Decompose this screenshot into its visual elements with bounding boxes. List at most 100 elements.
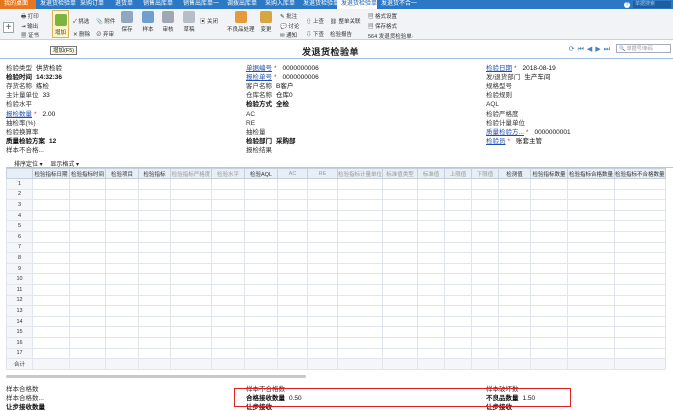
print-button[interactable]: 🖶 打印 bbox=[21, 12, 39, 22]
grid-cell[interactable] bbox=[138, 347, 171, 360]
approve-button[interactable]: ✎ 批注 bbox=[280, 12, 297, 20]
grid-cell[interactable] bbox=[277, 188, 308, 201]
grid-cell[interactable] bbox=[444, 252, 473, 264]
grid-cell[interactable] bbox=[471, 252, 500, 264]
record-navigation[interactable]: ⟳⏮◀▶⏭ bbox=[569, 45, 613, 54]
grid-cell[interactable] bbox=[567, 262, 616, 275]
grid-cell[interactable] bbox=[382, 294, 419, 307]
column-header[interactable]: 检验项目 bbox=[105, 168, 139, 179]
grid-cell[interactable] bbox=[244, 294, 278, 307]
grid-cell[interactable] bbox=[170, 315, 212, 328]
grid-cell[interactable] bbox=[382, 199, 419, 211]
grid-cell[interactable] bbox=[69, 347, 106, 360]
grid-cell[interactable] bbox=[498, 262, 532, 275]
grid-cell[interactable] bbox=[417, 220, 446, 232]
grid-cell[interactable] bbox=[277, 305, 308, 317]
grid-cell[interactable] bbox=[211, 283, 245, 296]
grid-cell[interactable] bbox=[567, 230, 616, 243]
grid-cell[interactable] bbox=[277, 199, 308, 211]
grid-cell[interactable] bbox=[336, 273, 384, 285]
grid-cell[interactable] bbox=[336, 241, 384, 254]
tab-3[interactable]: 退货单 bbox=[111, 0, 139, 9]
header-field-col3-4[interactable]: AQL bbox=[486, 100, 503, 109]
grid-cell[interactable] bbox=[614, 241, 666, 254]
table-row[interactable]: 16 bbox=[6, 336, 666, 349]
grid-cell[interactable] bbox=[471, 283, 500, 296]
grid-cell[interactable] bbox=[444, 326, 473, 338]
grid-cell[interactable] bbox=[32, 220, 70, 232]
header-field-col1-1[interactable]: 检验时间 14:32:36 bbox=[6, 73, 62, 82]
grid-cell[interactable] bbox=[567, 188, 616, 201]
grid-cell[interactable] bbox=[471, 220, 500, 232]
grid-cell[interactable] bbox=[614, 294, 666, 307]
draft-button[interactable]: 草稿 bbox=[183, 11, 195, 33]
grid-cell[interactable] bbox=[444, 199, 473, 211]
header-field-col2-8[interactable]: 检验部门 采购部 bbox=[246, 137, 296, 146]
grid-cell[interactable] bbox=[277, 294, 308, 307]
attach-button[interactable]: 📎 附件 bbox=[96, 17, 115, 25]
grid-cell[interactable] bbox=[211, 188, 245, 201]
grid-cell[interactable] bbox=[170, 178, 212, 190]
grid-cell[interactable] bbox=[471, 326, 500, 338]
grid-cell[interactable] bbox=[32, 315, 70, 328]
tab-8[interactable]: 发退货检验单 bbox=[299, 0, 337, 9]
table-row[interactable]: 14 bbox=[6, 315, 666, 328]
grid-cell[interactable] bbox=[444, 305, 473, 317]
header-field-col3-8[interactable]: 检验员 * 账套主管 bbox=[486, 137, 542, 146]
grid-cell[interactable] bbox=[170, 188, 212, 201]
header-field-col2-4[interactable]: 检验方式 全检 bbox=[246, 100, 289, 109]
grid-cell[interactable] bbox=[277, 230, 308, 243]
grid-cell[interactable] bbox=[614, 252, 666, 264]
grid-cell[interactable] bbox=[307, 273, 338, 285]
grid-cell[interactable] bbox=[417, 294, 446, 307]
export-button[interactable]: ⇥ 输出 bbox=[21, 22, 38, 30]
grid-cell[interactable] bbox=[211, 220, 245, 232]
grid-cell[interactable] bbox=[69, 241, 106, 254]
grid-cell[interactable] bbox=[138, 283, 171, 296]
column-header[interactable]: 检验指标计量单位 bbox=[336, 168, 384, 179]
grid-cell[interactable] bbox=[32, 178, 70, 190]
grid-cell[interactable] bbox=[567, 209, 616, 222]
grid-cell[interactable] bbox=[244, 178, 278, 190]
grid-cell[interactable] bbox=[138, 241, 171, 254]
grid-cell[interactable] bbox=[32, 326, 70, 338]
grid-cell[interactable] bbox=[69, 262, 106, 275]
grid-cell[interactable] bbox=[498, 305, 532, 317]
grid-cell[interactable] bbox=[444, 230, 473, 243]
tab-9[interactable]: 发退货检验单 bbox=[337, 0, 377, 9]
save-format-button[interactable]: ▤ 保存格式 bbox=[368, 22, 397, 30]
grid-cell[interactable] bbox=[530, 262, 569, 275]
grid-cell[interactable] bbox=[277, 326, 308, 338]
grid-cell[interactable] bbox=[530, 199, 569, 211]
grid-cell[interactable] bbox=[307, 347, 338, 360]
grid-cell[interactable] bbox=[211, 262, 245, 275]
header-field-col1-6[interactable]: 抽检率(%) bbox=[6, 119, 40, 128]
grid-cell[interactable] bbox=[471, 178, 500, 190]
sample-button[interactable]: 样本 bbox=[142, 11, 154, 33]
grid-cell[interactable] bbox=[105, 178, 139, 190]
grid-cell[interactable] bbox=[530, 315, 569, 328]
grid-cell[interactable] bbox=[277, 241, 308, 254]
grid-cell[interactable] bbox=[170, 241, 212, 254]
grid-cell[interactable] bbox=[417, 315, 446, 328]
disposal-button[interactable]: 不良品处理 bbox=[227, 11, 255, 33]
grid-cell[interactable] bbox=[336, 188, 384, 201]
grid-cell[interactable] bbox=[307, 209, 338, 222]
add-tab-button[interactable]: + bbox=[3, 22, 14, 33]
grid-cell[interactable] bbox=[382, 336, 419, 349]
grid-cell[interactable] bbox=[211, 178, 245, 190]
grid-cell[interactable] bbox=[614, 209, 666, 222]
table-row[interactable]: 4 bbox=[6, 209, 666, 222]
grid-cell[interactable] bbox=[530, 305, 569, 317]
grid-cell[interactable] bbox=[417, 209, 446, 222]
grid-cell[interactable] bbox=[244, 347, 278, 360]
grid-cell[interactable] bbox=[170, 305, 212, 317]
grid-cell[interactable] bbox=[530, 209, 569, 222]
column-header[interactable]: 检验指标不合格数量 bbox=[614, 168, 666, 179]
grid-cell[interactable] bbox=[498, 220, 532, 232]
grid-cell[interactable] bbox=[471, 315, 500, 328]
grid-cell[interactable] bbox=[307, 230, 338, 243]
header-field-col3-3[interactable]: 检验规则 bbox=[486, 91, 516, 100]
grid-cell[interactable] bbox=[471, 347, 500, 360]
grid-cell[interactable] bbox=[336, 294, 384, 307]
